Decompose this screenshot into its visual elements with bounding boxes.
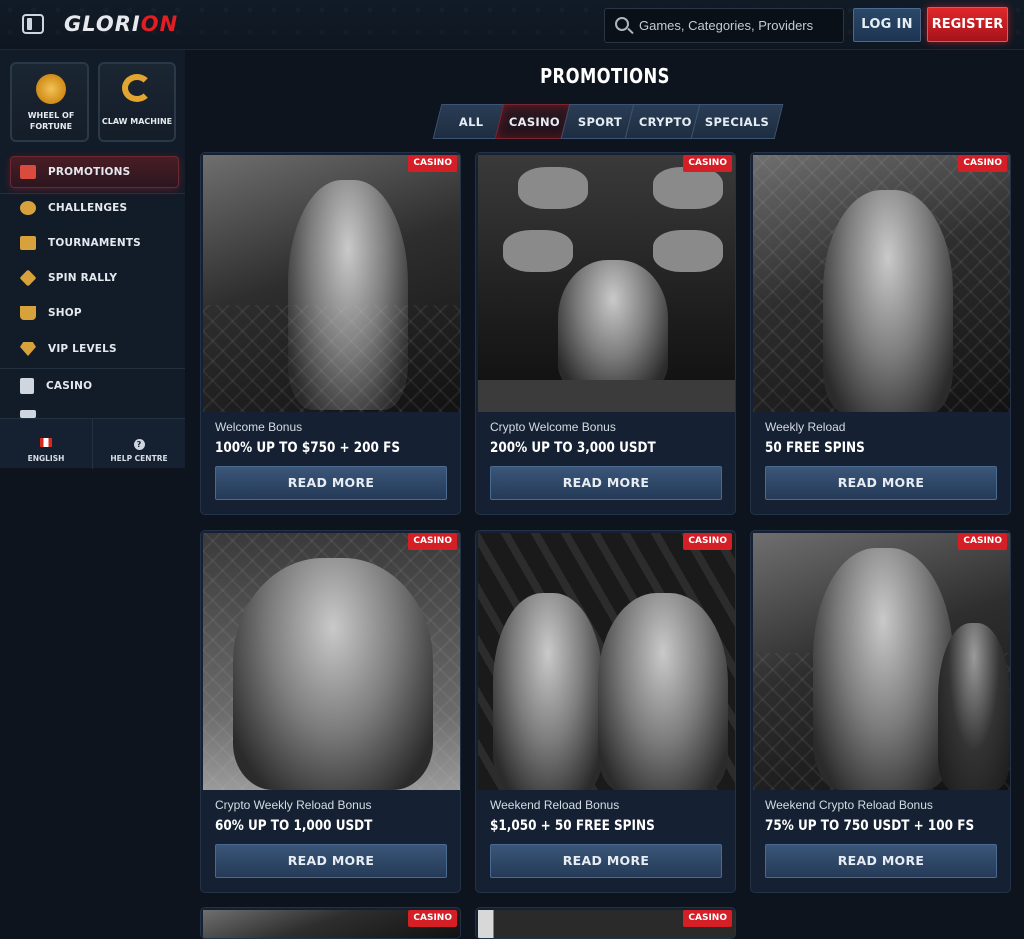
- promo-subtitle: Crypto Welcome Bonus: [490, 420, 616, 434]
- sidebar-item-label: PROMOTIONS: [48, 166, 131, 178]
- gift-icon: [20, 165, 36, 179]
- sidebar-item-label: SHOP: [48, 307, 82, 319]
- language-label: ENGLISH: [27, 454, 65, 463]
- category-badge: CASINO: [408, 533, 457, 550]
- sidebar-item-label: CASINO: [46, 380, 93, 392]
- promo-subtitle: Welcome Bonus: [215, 420, 303, 434]
- category-badge: CASINO: [408, 910, 457, 927]
- promo-subtitle: Weekend Reload Bonus: [490, 798, 620, 812]
- read-more-button[interactable]: READ MORE: [765, 466, 997, 500]
- promo-image: [753, 155, 1010, 412]
- basket-icon: [20, 306, 36, 320]
- podium-icon: [20, 236, 36, 250]
- promo-headline: 200% UP TO 3,000 USDT: [490, 440, 656, 456]
- promo-image: [478, 533, 735, 790]
- read-more-button[interactable]: READ MORE: [215, 844, 447, 878]
- read-more-button[interactable]: READ MORE: [765, 844, 997, 878]
- sidebar-item-label: CHALLENGES: [48, 202, 128, 214]
- sidebar-item-vip-levels[interactable]: VIP LEVELS: [20, 339, 117, 359]
- register-button[interactable]: REGISTER: [927, 7, 1008, 42]
- search-box[interactable]: [604, 8, 844, 43]
- sidebar-item-casino[interactable]: CASINO: [20, 376, 92, 396]
- promo-card[interactable]: CASINO Crypto Weekly Reload Bonus 60% UP…: [200, 530, 461, 893]
- category-badge: CASINO: [958, 155, 1007, 172]
- sidebar-item-label: TOURNAMENTS: [48, 237, 141, 249]
- category-badge: CASINO: [408, 155, 457, 172]
- tile-label: CLAW MACHINE: [101, 117, 173, 126]
- promo-subtitle: Weekend Crypto Reload Bonus: [765, 798, 933, 812]
- flag-icon: [19, 269, 37, 287]
- sidebar-item-promotions[interactable]: PROMOTIONS: [20, 162, 130, 182]
- diamond-icon: [20, 342, 36, 356]
- category-badge: CASINO: [683, 155, 732, 172]
- read-more-button[interactable]: READ MORE: [490, 466, 722, 500]
- claw-icon: [122, 74, 152, 102]
- promo-card[interactable]: CASINO Weekend Crypto Reload Bonus 75% U…: [750, 530, 1011, 893]
- brand-logo[interactable]: GLORION: [64, 12, 178, 36]
- tile-label: WHEEL OF FORTUNE: [27, 111, 75, 131]
- promo-subtitle: Weekly Reload: [765, 420, 846, 434]
- canada-flag-icon: [40, 438, 52, 447]
- promo-subtitle: Crypto Weekly Reload Bonus: [215, 798, 372, 812]
- sidebar-footer: ENGLISH ? HELP CENTRE: [0, 418, 185, 469]
- promo-headline: 75% UP TO 750 USDT + 100 FS: [765, 818, 975, 834]
- sidebar-item-label: VIP LEVELS: [48, 343, 117, 355]
- medal-icon: [20, 201, 36, 215]
- login-button[interactable]: LOG IN: [853, 8, 921, 42]
- search-icon: [615, 17, 629, 31]
- promo-image: [203, 155, 460, 412]
- wheel-of-fortune-tile[interactable]: WHEEL OF FORTUNE: [10, 62, 89, 142]
- sidebar-item-partial[interactable]: [20, 410, 48, 418]
- tab-specials[interactable]: SPECIALS: [690, 104, 784, 139]
- promo-image: [753, 533, 1010, 790]
- category-badge: CASINO: [683, 533, 732, 550]
- sidebar-toggle-icon[interactable]: [22, 14, 44, 34]
- slot-machine-icon: [20, 378, 34, 394]
- promo-headline: 50 FREE SPINS: [765, 440, 865, 456]
- promo-headline: 60% UP TO 1,000 USDT: [215, 818, 373, 834]
- search-input[interactable]: [639, 9, 839, 42]
- sidebar-item-spin-rally[interactable]: SPIN RALLY: [19, 268, 118, 288]
- promo-card[interactable]: CASINO Crypto Welcome Bonus 200% UP TO 3…: [475, 152, 736, 515]
- sidebar-item-challenges[interactable]: CHALLENGES: [20, 198, 127, 218]
- read-more-button[interactable]: READ MORE: [490, 844, 722, 878]
- promo-card[interactable]: CASINO: [475, 907, 736, 939]
- promo-headline: 100% UP TO $750 + 200 FS: [215, 440, 401, 456]
- sidebar-item-tournaments[interactable]: TOURNAMENTS: [20, 233, 141, 253]
- top-header: GLORION LOG IN REGISTER: [0, 0, 1024, 50]
- wheel-icon: [36, 74, 66, 104]
- page-title: PROMOTIONS: [540, 64, 670, 88]
- claw-machine-tile[interactable]: CLAW MACHINE: [98, 62, 176, 142]
- promo-card[interactable]: CASINO Weekend Reload Bonus $1,050 + 50 …: [475, 530, 736, 893]
- divider: [0, 193, 185, 194]
- read-more-button[interactable]: READ MORE: [215, 466, 447, 500]
- divider: [0, 368, 185, 369]
- category-badge: CASINO: [683, 910, 732, 927]
- promo-tabs: ALL CASINO SPORT CRYPTO SPECIALS: [432, 104, 784, 139]
- language-selector[interactable]: ENGLISH: [0, 432, 92, 463]
- promo-card[interactable]: CASINO Welcome Bonus 100% UP TO $750 + 2…: [200, 152, 461, 515]
- category-badge: CASINO: [958, 533, 1007, 550]
- help-label: HELP CENTRE: [110, 454, 168, 463]
- sidebar-item-shop[interactable]: SHOP: [20, 303, 82, 323]
- live-casino-icon: [20, 410, 36, 418]
- help-centre-link[interactable]: ? HELP CENTRE: [93, 432, 185, 463]
- promo-image: [478, 155, 735, 412]
- help-icon: ?: [133, 439, 145, 450]
- sidebar: WHEEL OF FORTUNE CLAW MACHINE PROMOTIONS…: [0, 50, 185, 469]
- promo-image: [203, 533, 460, 790]
- promo-headline: $1,050 + 50 FREE SPINS: [490, 818, 655, 834]
- sidebar-item-label: SPIN RALLY: [48, 272, 118, 284]
- promo-card[interactable]: CASINO: [200, 907, 461, 939]
- promo-card[interactable]: CASINO Weekly Reload 50 FREE SPINS READ …: [750, 152, 1011, 515]
